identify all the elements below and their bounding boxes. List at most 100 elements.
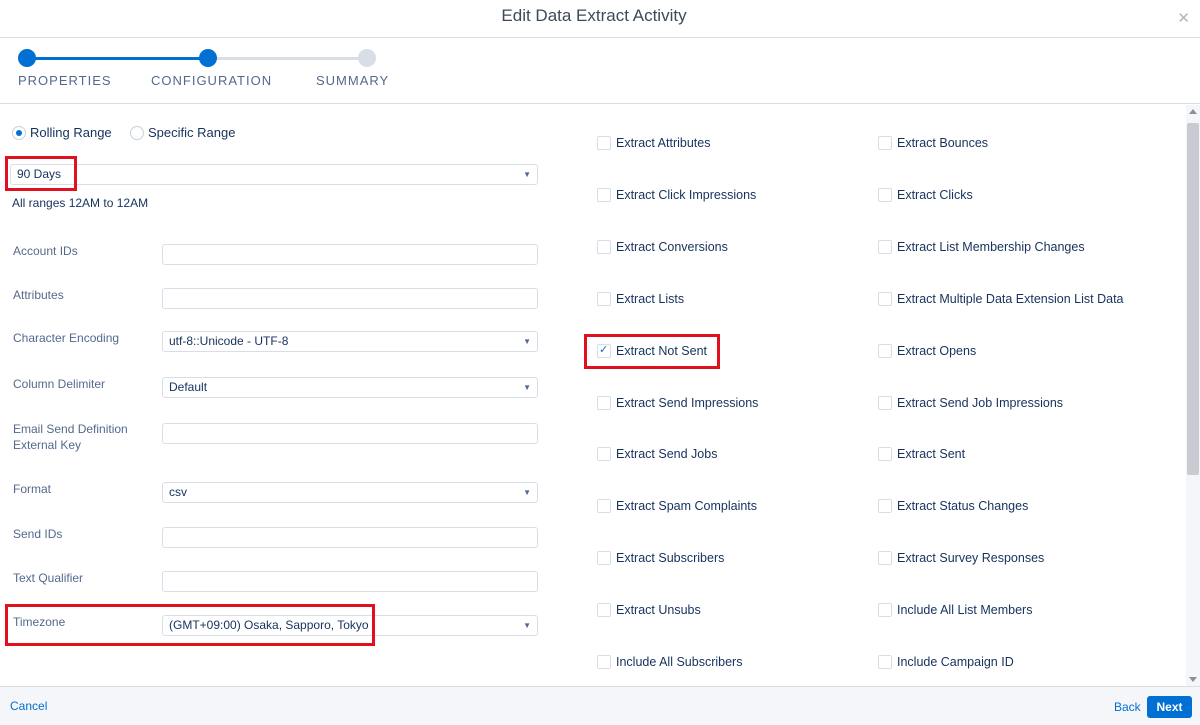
- checkbox-label: Include All List Members: [897, 603, 1033, 617]
- range-hint: All ranges 12AM to 12AM: [12, 196, 149, 210]
- checkbox-label: Extract Bounces: [897, 136, 989, 150]
- timezone-value: (GMT+09:00) Osaka, Sapporo, Tokyo: [169, 618, 369, 632]
- checkbox-extract-survey-responses[interactable]: Extract Survey Responses: [878, 551, 1044, 565]
- checkbox-extract-click-impressions[interactable]: Extract Click Impressions: [597, 188, 756, 202]
- attributes-input[interactable]: [162, 288, 538, 309]
- step-label-summary: SUMMARY: [316, 73, 390, 88]
- account-ids-input[interactable]: [162, 244, 538, 265]
- checkbox-extract-clicks[interactable]: Extract Clicks: [878, 188, 973, 202]
- cancel-button[interactable]: Cancel: [10, 699, 47, 713]
- checkbox-label: Extract Unsubs: [616, 603, 701, 617]
- step-label-configuration: CONFIGURATION: [151, 73, 273, 88]
- checkbox-label: Extract Click Impressions: [616, 188, 757, 202]
- progress-indicator: PROPERTIES CONFIGURATION SUMMARY: [0, 38, 1200, 104]
- checkbox-box[interactable]: [597, 240, 611, 254]
- checkbox-box[interactable]: [878, 499, 892, 513]
- close-icon[interactable]: ✕: [1177, 9, 1190, 27]
- checkbox-box[interactable]: [597, 499, 611, 513]
- checkbox-box[interactable]: [878, 136, 892, 150]
- column-delimiter-select[interactable]: Default ▼: [162, 377, 538, 398]
- checkbox-label: Extract Survey Responses: [897, 551, 1045, 565]
- checkbox-extract-status-changes[interactable]: Extract Status Changes: [878, 499, 1028, 513]
- step-dot-summary[interactable]: [358, 49, 376, 67]
- checkbox-label: Extract Not Sent: [616, 344, 708, 358]
- checkbox-extract-multiple-data-extension-list-data[interactable]: Extract Multiple Data Extension List Dat…: [878, 292, 1124, 306]
- checkbox-label: Extract Multiple Data Extension List Dat…: [897, 292, 1124, 306]
- checkbox-box[interactable]: [597, 603, 611, 617]
- checkbox-label: Include Campaign ID: [897, 655, 1014, 669]
- checkbox-extract-opens[interactable]: Extract Opens: [878, 344, 976, 358]
- checkbox-extract-unsubs[interactable]: Extract Unsubs: [597, 603, 701, 617]
- checkbox-box[interactable]: [597, 188, 611, 202]
- progress-track-fill: [27, 57, 208, 60]
- scroll-up-icon[interactable]: [1189, 109, 1197, 114]
- format-value: csv: [169, 485, 187, 499]
- checkbox-extract-send-jobs[interactable]: Extract Send Jobs: [597, 447, 717, 461]
- email-send-definition-input[interactable]: [162, 423, 538, 444]
- checkbox-label: Extract Send Impressions: [616, 396, 759, 410]
- checkbox-extract-spam-complaints[interactable]: Extract Spam Complaints: [597, 499, 757, 513]
- rolling-range-radio[interactable]: [12, 125, 26, 140]
- checkbox-box[interactable]: [878, 292, 892, 306]
- format-select[interactable]: csv ▼: [162, 482, 538, 503]
- attributes-label: Attributes: [13, 288, 64, 302]
- format-label: Format: [13, 482, 52, 496]
- checkbox-box[interactable]: [878, 344, 892, 358]
- checkbox-box[interactable]: [878, 240, 892, 254]
- dialog-header: Edit Data Extract Activity ✕: [0, 0, 1200, 38]
- next-button[interactable]: Next: [1147, 696, 1192, 718]
- checkbox-extract-conversions[interactable]: Extract Conversions: [597, 240, 728, 254]
- step-dot-configuration[interactable]: [199, 49, 217, 67]
- checkbox-box[interactable]: [597, 551, 611, 565]
- checkbox-box[interactable]: [878, 655, 892, 669]
- checkbox-extract-send-job-impressions[interactable]: Extract Send Job Impressions: [878, 396, 1063, 410]
- checkbox-box[interactable]: [597, 655, 611, 669]
- character-encoding-select[interactable]: utf-8::Unicode - UTF-8 ▼: [162, 331, 538, 352]
- checkbox-extract-sent[interactable]: Extract Sent: [878, 447, 965, 461]
- configuration-panel: Rolling Range Specific Range 90 Days ▼ A…: [0, 105, 1200, 686]
- rolling-range-label: Rolling Range: [30, 125, 112, 140]
- checkbox-box[interactable]: [597, 447, 611, 461]
- step-dot-properties[interactable]: [18, 49, 36, 67]
- checkbox-extract-attributes[interactable]: Extract Attributes: [597, 136, 710, 150]
- back-button[interactable]: Back: [1114, 700, 1141, 714]
- checkbox-extract-list-membership-changes[interactable]: Extract List Membership Changes: [878, 240, 1085, 254]
- checkbox-box[interactable]: [878, 551, 892, 565]
- checkbox-box-checked[interactable]: [597, 343, 611, 358]
- chevron-down-icon: ▼: [523, 488, 531, 497]
- checkbox-label: Extract List Membership Changes: [897, 240, 1085, 254]
- scrollbar-thumb[interactable]: [1187, 123, 1199, 475]
- chevron-down-icon: ▼: [523, 383, 531, 392]
- specific-range-option[interactable]: Specific Range: [130, 125, 235, 140]
- chevron-down-icon: ▼: [523, 337, 531, 346]
- checkbox-extract-bounces[interactable]: Extract Bounces: [878, 136, 988, 150]
- rolling-range-option[interactable]: Rolling Range: [12, 125, 112, 140]
- send-ids-label: Send IDs: [13, 527, 63, 541]
- specific-range-label: Specific Range: [148, 125, 236, 140]
- text-qualifier-label: Text Qualifier: [13, 571, 84, 585]
- specific-range-radio[interactable]: [130, 125, 144, 140]
- checkbox-box[interactable]: [878, 603, 892, 617]
- checkbox-box[interactable]: [597, 136, 611, 150]
- vertical-scrollbar[interactable]: [1186, 105, 1200, 686]
- checkbox-box[interactable]: [878, 396, 892, 410]
- send-ids-input[interactable]: [162, 527, 538, 548]
- checkbox-label: Extract Clicks: [897, 188, 973, 202]
- scroll-down-icon[interactable]: [1189, 677, 1197, 682]
- text-qualifier-input[interactable]: [162, 571, 538, 592]
- checkbox-label: Extract Subscribers: [616, 551, 725, 565]
- checkbox-box[interactable]: [878, 447, 892, 461]
- checkbox-include-all-subscribers[interactable]: Include All Subscribers: [597, 655, 742, 669]
- checkbox-extract-not-sent[interactable]: Extract Not Sent: [597, 343, 708, 358]
- checkbox-label: Extract Opens: [897, 344, 977, 358]
- timezone-select[interactable]: (GMT+09:00) Osaka, Sapporo, Tokyo ▼: [162, 615, 538, 636]
- checkbox-extract-lists[interactable]: Extract Lists: [597, 292, 684, 306]
- checkbox-box[interactable]: [878, 188, 892, 202]
- checkbox-include-all-list-members[interactable]: Include All List Members: [878, 603, 1032, 617]
- checkbox-extract-send-impressions[interactable]: Extract Send Impressions: [597, 396, 758, 410]
- range-period-select[interactable]: 90 Days ▼: [10, 164, 538, 185]
- checkbox-extract-subscribers[interactable]: Extract Subscribers: [597, 551, 724, 565]
- checkbox-box[interactable]: [597, 396, 611, 410]
- checkbox-box[interactable]: [597, 292, 611, 306]
- checkbox-include-campaign-id[interactable]: Include Campaign ID: [878, 655, 1014, 669]
